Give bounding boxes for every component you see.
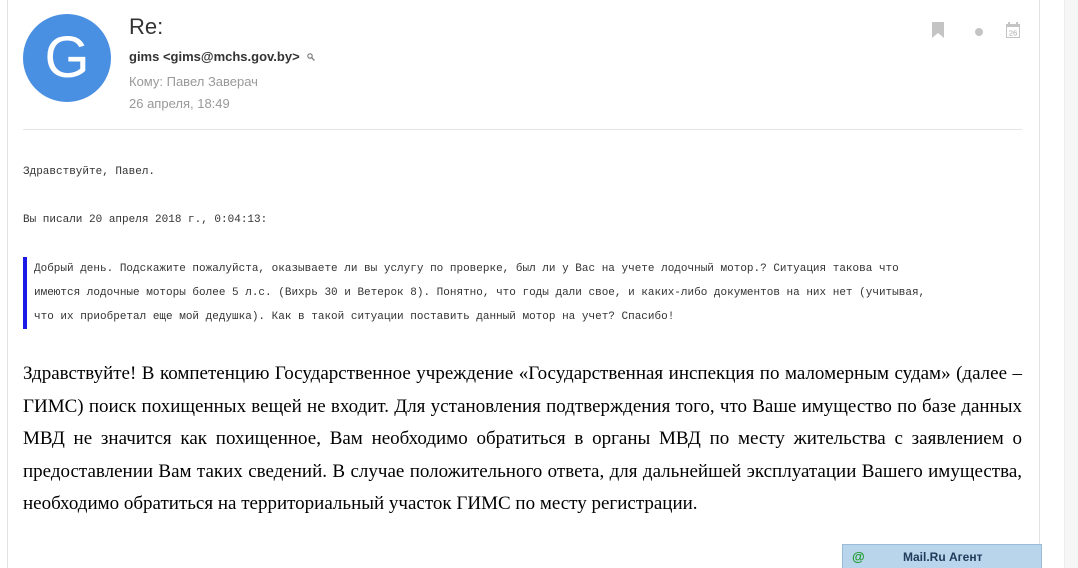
agent-at-icon: @ xyxy=(852,549,865,564)
calendar-day: 26 xyxy=(1009,29,1017,38)
frame-right-border xyxy=(1039,0,1040,568)
greeting-text: Здравствуйте, Павел. xyxy=(23,166,156,178)
quoted-message: Добрый день. Подскажите пожалуйста, оказ… xyxy=(23,257,1023,329)
quote-attribution: Вы писали 20 апреля 2018 г., 0:04:13: xyxy=(23,214,268,226)
email-subject: Re: xyxy=(129,14,164,39)
quote-line: что их приобретал еще мой дедушка). Как … xyxy=(34,311,675,323)
header-divider xyxy=(23,129,1022,130)
email-date: 26 апреля, 18:49 xyxy=(129,96,230,111)
mailru-agent-bar[interactable]: @ Mail.Ru Агент xyxy=(842,544,1042,568)
calendar-icon[interactable]: 26 xyxy=(1006,22,1020,38)
frame-left-border xyxy=(7,0,8,568)
agent-label[interactable]: Mail.Ru Агент xyxy=(903,550,982,564)
avatar: G xyxy=(23,14,111,102)
quote-line: имеются лодочные моторы более 5 л.с. (Ви… xyxy=(34,287,926,299)
quote-line: Добрый день. Подскажите пожалуйста, оказ… xyxy=(34,263,899,275)
magnifier-icon[interactable] xyxy=(304,52,315,64)
reply-text: Здравствуйте! В компетенцию Государствен… xyxy=(23,363,1022,514)
sender-line[interactable]: gims <gims@mchs.gov.by> xyxy=(129,49,315,64)
bookmark-icon[interactable] xyxy=(932,22,944,38)
scrollbar[interactable] xyxy=(1064,0,1078,568)
unread-dot-icon[interactable] xyxy=(975,28,983,36)
sender-address[interactable]: gims <gims@mchs.gov.by> xyxy=(129,49,300,64)
recipient-line: Кому: Павел Заверач xyxy=(129,74,258,89)
